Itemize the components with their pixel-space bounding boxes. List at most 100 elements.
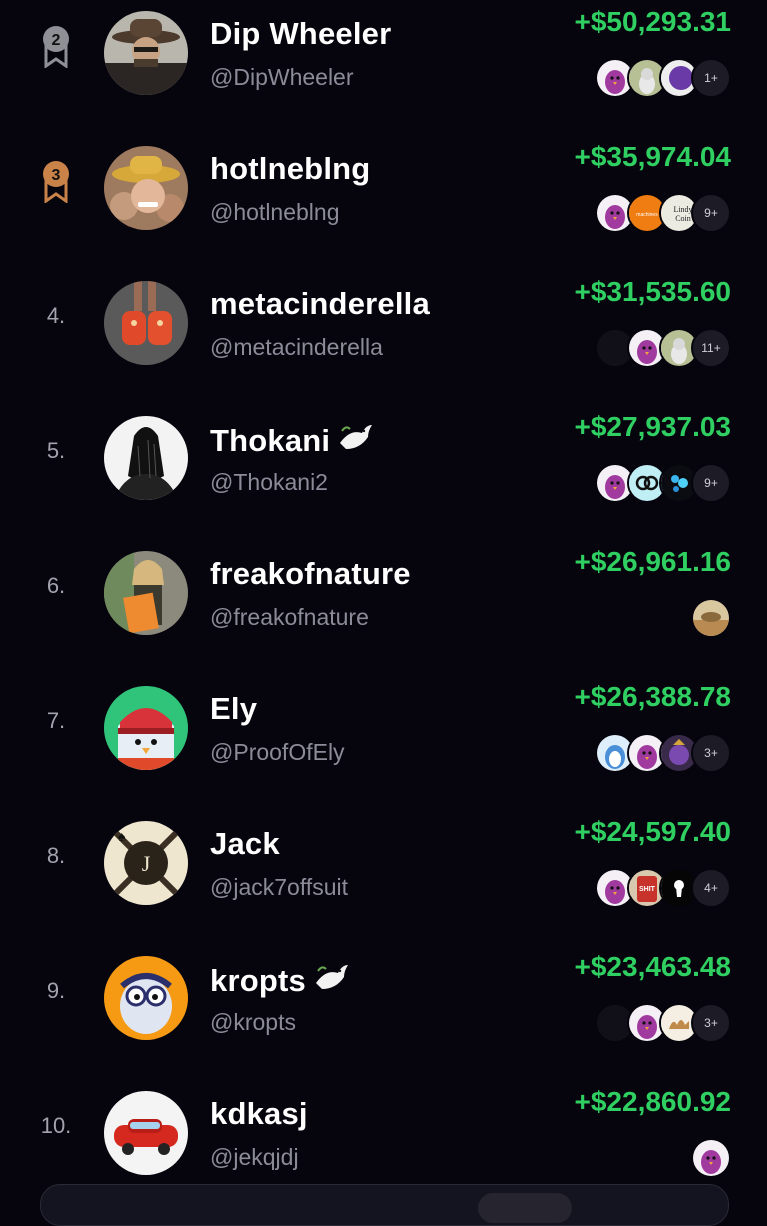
user-name[interactable]: kdkasj <box>210 1096 308 1132</box>
user-name-text: Jack <box>210 826 280 861</box>
user-name[interactable]: metacinderella <box>210 286 430 322</box>
user-name[interactable]: Dip Wheeler <box>210 16 391 52</box>
rank: 8. <box>30 836 82 876</box>
token-stack[interactable]: 9+ <box>595 463 731 503</box>
profit-amount: +$22,860.92 <box>574 1086 732 1117</box>
more-tokens-badge[interactable]: 9+ <box>691 463 731 503</box>
avatar-sketch-figure-icon[interactable] <box>104 416 188 500</box>
token-stack[interactable]: 1+ <box>595 58 731 98</box>
profit-amount: +$31,535.60 <box>574 276 732 307</box>
leaderboard-row[interactable]: 9. kropts @kropts +$23,463.48 3+ <box>0 945 767 1080</box>
user-name[interactable]: freakofnature <box>210 556 411 592</box>
more-tokens-badge[interactable]: 4+ <box>691 868 731 908</box>
medal-icon: 2 <box>43 26 69 68</box>
user-name-text: hotlneblng <box>210 151 371 186</box>
rank: 7. <box>30 701 82 741</box>
leaderboard-row[interactable]: 7. Ely @ProofOfEly +$26,388.78 3+ <box>0 675 767 810</box>
svg-text:J: J <box>142 851 151 876</box>
token-stack[interactable] <box>691 1138 731 1178</box>
profit-amount: +$26,961.16 <box>574 546 732 577</box>
token-stack[interactable]: 3+ <box>595 1003 731 1043</box>
user-name[interactable]: Jack <box>210 826 280 862</box>
user-handle: @kropts <box>210 1009 296 1035</box>
leaderboard-row[interactable]: 3 hotlneblng @hotlneblng +$35,974.04 9+ Lindy… <box>0 135 767 270</box>
svg-text:♠: ♠ <box>118 830 126 845</box>
avatar-cowboy-hat-man-icon[interactable] <box>104 11 188 95</box>
profit-amount: +$23,463.48 <box>574 951 732 982</box>
user-name-text: kropts <box>210 963 306 998</box>
token-stack[interactable]: 11+ <box>595 328 731 368</box>
more-tokens-badge[interactable]: 3+ <box>691 1003 731 1043</box>
more-tokens-badge[interactable]: 3+ <box>691 733 731 773</box>
landscape-token-icon[interactable] <box>691 598 731 638</box>
rank: 5. <box>30 431 82 471</box>
user-handle: @freakofnature <box>210 604 369 630</box>
leaderboard-row[interactable]: 5. Thokani @Thokani2 +$27,937.03 9+ <box>0 405 767 540</box>
user-name-text: freakofnature <box>210 556 411 591</box>
profit-amount: +$24,597.40 <box>574 816 732 847</box>
avatar-pudgy-penguin-red-hat-icon[interactable] <box>104 686 188 770</box>
avatar-red-shoes-icon[interactable] <box>104 281 188 365</box>
avatar-cartoon-owl-icon[interactable] <box>104 956 188 1040</box>
rank: 3 <box>30 161 82 203</box>
rank-number: 7. <box>46 708 66 733</box>
token-stack[interactable]: 4+ SHIT <box>595 868 731 908</box>
user-handle: @jekqjdj <box>210 1144 299 1170</box>
profit-amount: +$35,974.04 <box>574 141 732 172</box>
user-handle: @DipWheeler <box>210 64 354 90</box>
token-stack[interactable]: 9+ Lindy Coin machines <box>595 193 731 233</box>
user-handle: @metacinderella <box>210 334 383 360</box>
rank: 2 <box>30 26 82 68</box>
rank-number: 8. <box>46 843 66 868</box>
rank: 4. <box>30 296 82 336</box>
leaderboard-row[interactable]: 6. freakofnature @freakofnature +$26,961.16 <box>0 540 767 675</box>
token-stack[interactable]: 3+ <box>595 733 731 773</box>
avatar-red-race-car-icon[interactable] <box>104 1091 188 1175</box>
dove-icon <box>312 961 350 1003</box>
more-tokens-badge[interactable]: 11+ <box>691 328 731 368</box>
svg-text:SHIT: SHIT <box>639 886 656 893</box>
user-handle: @ProofOfEly <box>210 739 345 765</box>
user-name[interactable]: hotlneblng <box>210 151 370 187</box>
avatar-playing-card-jack-icon[interactable]: J ♠ <box>104 821 188 905</box>
rank-number: 10. <box>40 1113 72 1138</box>
leaderboard-row[interactable]: 2 Dip Wheeler @DipWheeler +$50,293.31 1+ <box>0 0 767 135</box>
rank-number: 4. <box>46 303 66 328</box>
svg-text:3: 3 <box>52 167 61 184</box>
pudgy-penguin-token-icon[interactable] <box>691 1138 731 1178</box>
user-name-text: metacinderella <box>210 286 430 321</box>
user-handle: @Thokani2 <box>210 469 328 495</box>
user-name-text: Dip Wheeler <box>210 16 392 51</box>
bottom-bar-handle[interactable] <box>478 1193 572 1223</box>
rank-number: 5. <box>46 438 66 463</box>
svg-text:2: 2 <box>52 32 61 49</box>
avatar-gold-hat-man-icon[interactable] <box>104 146 188 230</box>
user-name[interactable]: Ely <box>210 691 257 727</box>
dove-icon <box>336 421 374 463</box>
avatar-woman-carrots-icon[interactable] <box>104 551 188 635</box>
rank: 6. <box>30 566 82 606</box>
bottom-bar[interactable] <box>40 1184 729 1226</box>
user-name-text: kdkasj <box>210 1096 308 1131</box>
more-tokens-badge[interactable]: 1+ <box>691 58 731 98</box>
user-handle: @jack7offsuit <box>210 874 348 900</box>
user-name-text: Thokani <box>210 423 331 458</box>
profit-amount: +$50,293.31 <box>574 6 732 37</box>
user-handle: @hotlneblng <box>210 199 340 225</box>
profit-amount: +$26,388.78 <box>574 681 732 712</box>
rank: 10. <box>30 1106 82 1146</box>
profit-amount: +$27,937.03 <box>574 411 732 442</box>
svg-text:machines: machines <box>636 212 658 218</box>
leaderboard-row[interactable]: 4. metacinderella @metacinderella +$31,535.… <box>0 270 767 405</box>
leaderboard-row[interactable]: 8. J ♠ Jack @jack7offsuit +$24,597.40 4+ SHIT <box>0 810 767 945</box>
user-name[interactable]: Thokani <box>210 421 374 463</box>
rank-number: 9. <box>46 978 66 1003</box>
svg-text:Coin: Coin <box>675 214 691 223</box>
user-name[interactable]: kropts <box>210 961 350 1003</box>
rank: 9. <box>30 971 82 1011</box>
more-tokens-badge[interactable]: 9+ <box>691 193 731 233</box>
token-stack[interactable] <box>691 598 731 638</box>
user-name-text: Ely <box>210 691 258 726</box>
rank-number: 6. <box>46 573 66 598</box>
svg-text:Lindy: Lindy <box>673 205 692 214</box>
